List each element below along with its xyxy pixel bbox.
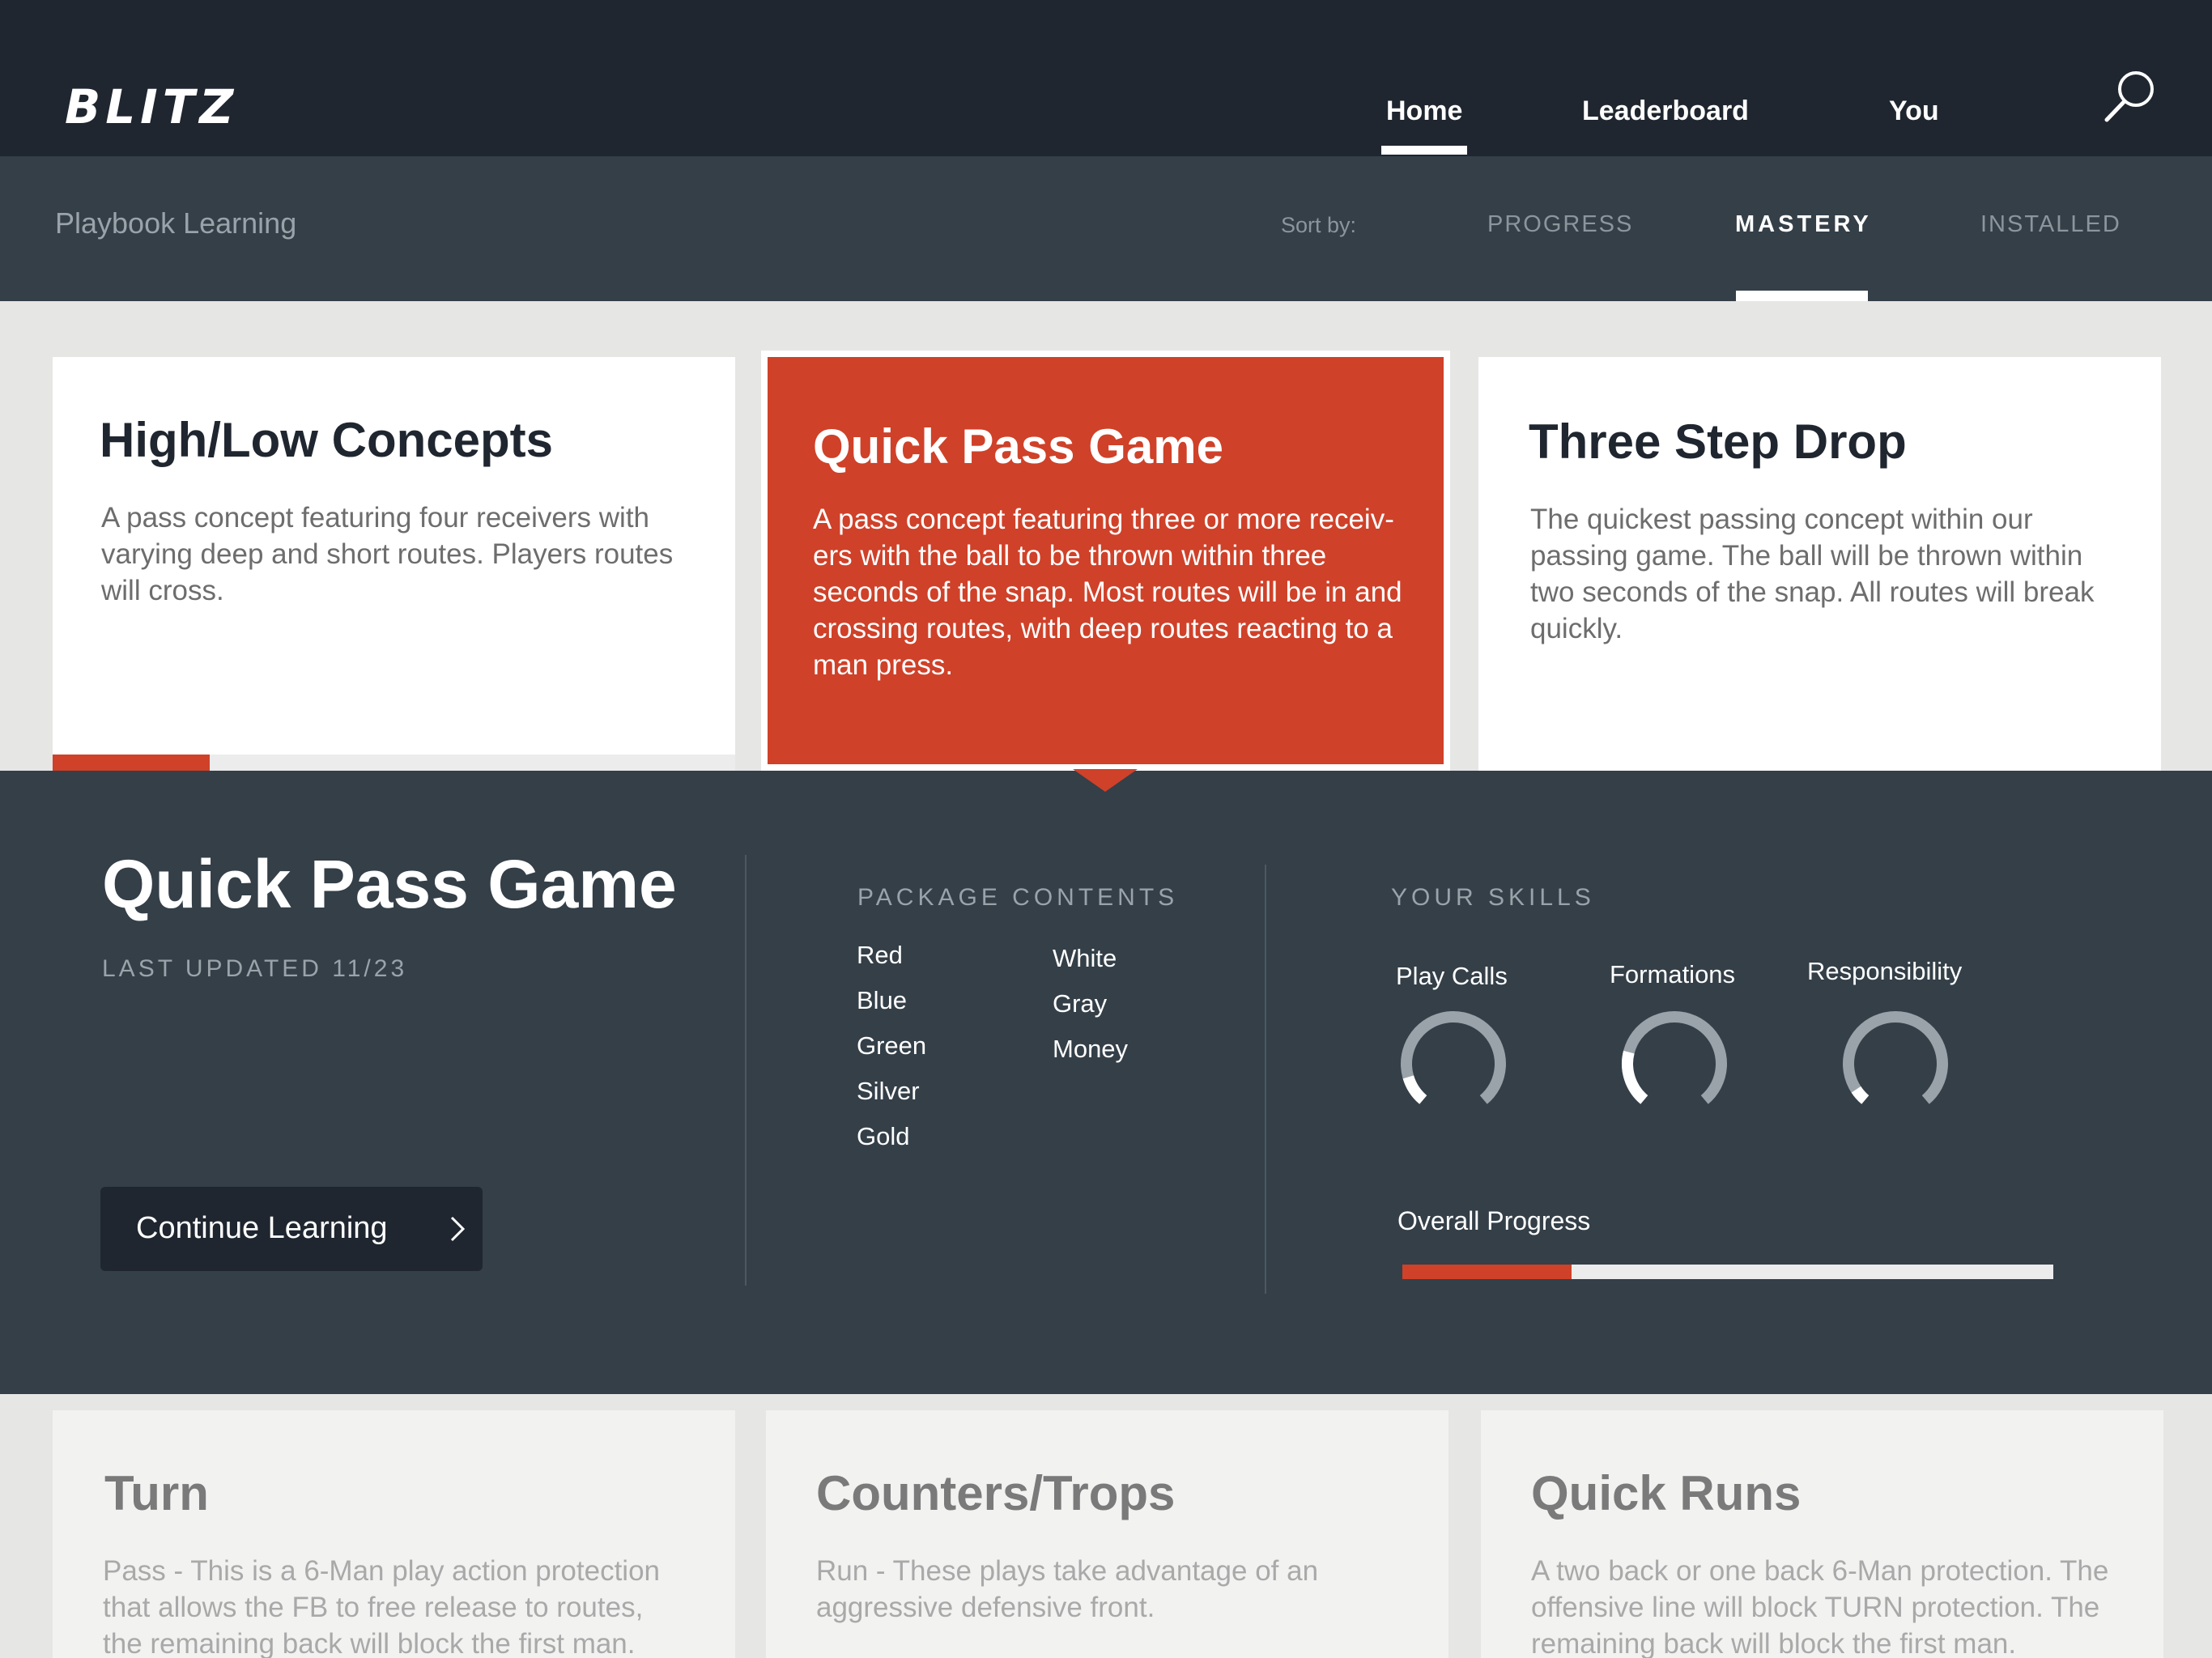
app-logo[interactable]: BLITZ	[65, 79, 238, 134]
last-updated-label: LAST UPDATED 11/23	[102, 955, 408, 982]
nav-leaderboard[interactable]: Leaderboard	[1582, 96, 1749, 127]
chevron-right-icon	[450, 1216, 466, 1242]
card-title: Counters/Trops	[816, 1466, 1176, 1520]
card-three-step-drop[interactable]: Three Step Drop The quickest passing con…	[1478, 357, 2161, 771]
card-high-low-concepts[interactable]: High/Low Concepts A pass concept featuri…	[53, 357, 735, 771]
active-sort-indicator	[1736, 291, 1868, 301]
skill-ring-responsibility	[1843, 1011, 1948, 1104]
card-description: Run - These plays take advantage of an a…	[816, 1555, 1319, 1623]
card-description: A two back or one back 6-Man protection.…	[1531, 1555, 2109, 1658]
package-item-white[interactable]: White	[1053, 944, 1117, 973]
package-item-green[interactable]: Green	[857, 1031, 926, 1061]
overall-progress-label: Overall Progress	[1397, 1206, 1591, 1235]
card-description: A pass concept featuring three or more r…	[813, 504, 1402, 681]
skill-ring-track	[1622, 1011, 1727, 1104]
skill-label-responsibility: Responsibility	[1807, 957, 1963, 985]
package-contents-heading: PACKAGE CONTENTS	[857, 884, 1179, 911]
package-item-money[interactable]: Money	[1053, 1035, 1128, 1064]
continue-learning-label: Continue Learning	[136, 1211, 388, 1245]
overall-progress-bar	[1402, 1265, 2053, 1279]
skill-ring-progress	[1622, 1050, 1648, 1104]
skill-ring-play-calls	[1401, 1011, 1506, 1104]
package-detail-panel: Quick Pass Game LAST UPDATED 11/23 Conti…	[0, 771, 2212, 1394]
package-item-red[interactable]: Red	[857, 941, 903, 970]
selected-card-pointer	[1073, 769, 1138, 792]
card-description: The quickest passing concept within our …	[1530, 504, 2095, 644]
skill-label-formations: Formations	[1610, 960, 1736, 988]
card-counters-trops[interactable]: Counters/Trops Run - These plays take ad…	[766, 1410, 1448, 1658]
skill-ring-progress	[1402, 1075, 1427, 1104]
nav-you[interactable]: You	[1889, 96, 1939, 127]
detail-title: Quick Pass Game	[102, 846, 677, 922]
card-quick-pass-game[interactable]: Quick Pass Game A pass concept featuring…	[761, 351, 1450, 771]
nav-home[interactable]: Home	[1380, 96, 1468, 155]
card-title: Three Step Drop	[1529, 414, 1907, 469]
skill-ring-track	[1843, 1011, 1948, 1104]
card-quick-runs[interactable]: Quick Runs A two back or one back 6-Man …	[1481, 1410, 2163, 1658]
package-item-gray[interactable]: Gray	[1053, 989, 1107, 1018]
sort-progress-tab[interactable]: PROGRESS	[1487, 211, 1633, 238]
card-title: Turn	[104, 1466, 209, 1520]
package-item-gold[interactable]: Gold	[857, 1122, 909, 1151]
column-divider	[745, 855, 747, 1286]
package-item-blue[interactable]: Blue	[857, 986, 907, 1015]
column-divider	[1265, 865, 1266, 1294]
card-turn[interactable]: Turn Pass - This is a 6-Man play action …	[53, 1410, 735, 1658]
section-title: Playbook Learning	[55, 206, 297, 240]
package-item-silver[interactable]: Silver	[857, 1077, 920, 1106]
sort-installed-tab[interactable]: INSTALLED	[1980, 211, 2121, 238]
skill-label-play-calls: Play Calls	[1396, 962, 1508, 990]
sort-mastery-tab[interactable]: MASTERY	[1735, 211, 1872, 238]
top-navigation-bar: BLITZ Home Leaderboard You	[0, 0, 2212, 156]
card-description: Pass - This is a 6-Man play action prote…	[103, 1555, 661, 1658]
card-description: A pass concept featuring four receivers …	[101, 502, 674, 606]
playbook-sort-bar: Playbook Learning Sort by: PROGRESS MAST…	[0, 156, 2212, 301]
skill-ring-track	[1401, 1011, 1506, 1104]
sort-by-label: Sort by:	[1281, 213, 1357, 237]
card-title: High/Low Concepts	[100, 413, 553, 467]
overall-progress-fill	[1402, 1265, 1572, 1279]
search-icon[interactable]	[2104, 70, 2155, 126]
skill-ring-progress	[1851, 1086, 1870, 1104]
skill-ring-formations	[1622, 1011, 1727, 1104]
card-progress-fill	[53, 755, 210, 771]
card-title: Quick Pass Game	[813, 419, 1223, 474]
continue-learning-button[interactable]: Continue Learning	[100, 1187, 483, 1271]
your-skills-heading: YOUR SKILLS	[1391, 884, 1595, 911]
card-title: Quick Runs	[1531, 1466, 1802, 1520]
card-progress-bar	[53, 755, 735, 771]
